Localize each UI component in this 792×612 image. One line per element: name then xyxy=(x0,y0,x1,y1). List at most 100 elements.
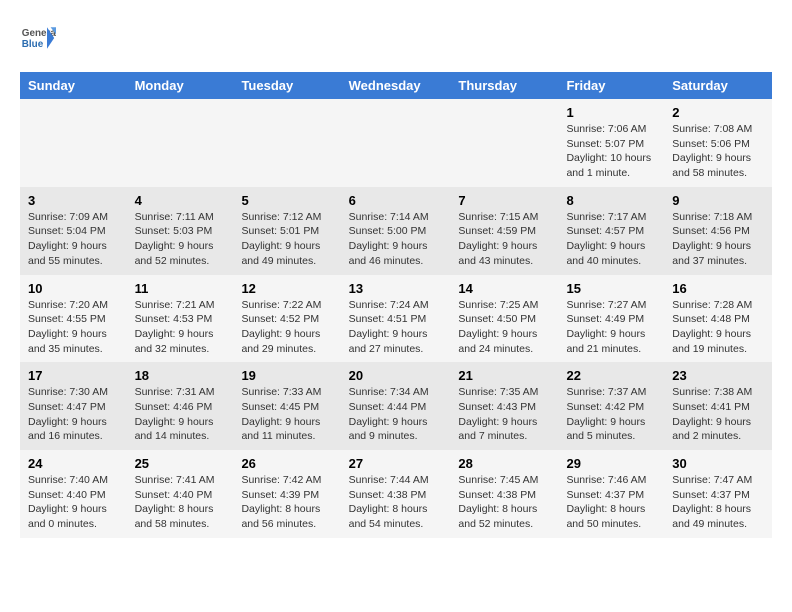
day-info: Sunrise: 7:25 AM Sunset: 4:50 PM Dayligh… xyxy=(458,298,550,357)
day-cell xyxy=(341,99,451,187)
day-number: 14 xyxy=(458,281,550,296)
column-header-saturday: Saturday xyxy=(664,72,772,99)
svg-text:Blue: Blue xyxy=(22,39,44,50)
day-cell: 7 Sunrise: 7:15 AM Sunset: 4:59 PM Daylig… xyxy=(450,187,558,275)
day-number: 24 xyxy=(28,456,119,471)
day-cell: 20 Sunrise: 7:34 AM Sunset: 4:44 PM Dayli… xyxy=(341,362,451,450)
day-cell: 27 Sunrise: 7:44 AM Sunset: 4:38 PM Dayli… xyxy=(341,450,451,538)
day-info: Sunrise: 7:38 AM Sunset: 4:41 PM Dayligh… xyxy=(672,385,764,444)
day-info: Sunrise: 7:35 AM Sunset: 4:43 PM Dayligh… xyxy=(458,385,550,444)
day-number: 25 xyxy=(135,456,226,471)
day-number: 13 xyxy=(349,281,443,296)
column-header-monday: Monday xyxy=(127,72,234,99)
day-cell: 25 Sunrise: 7:41 AM Sunset: 4:40 PM Dayli… xyxy=(127,450,234,538)
day-cell: 1 Sunrise: 7:06 AM Sunset: 5:07 PM Daylig… xyxy=(558,99,664,187)
day-number: 16 xyxy=(672,281,764,296)
week-row-4: 17 Sunrise: 7:30 AM Sunset: 4:47 PM Dayli… xyxy=(20,362,772,450)
day-info: Sunrise: 7:12 AM Sunset: 5:01 PM Dayligh… xyxy=(241,210,332,269)
day-cell xyxy=(450,99,558,187)
day-info: Sunrise: 7:28 AM Sunset: 4:48 PM Dayligh… xyxy=(672,298,764,357)
week-row-2: 3Sunrise: 7:09 AM Sunset: 5:04 PM Daylig… xyxy=(20,187,772,275)
day-cell: 2Sunrise: 7:08 AM Sunset: 5:06 PM Daylig… xyxy=(664,99,772,187)
day-info: Sunrise: 7:15 AM Sunset: 4:59 PM Dayligh… xyxy=(458,210,550,269)
day-number: 28 xyxy=(458,456,550,471)
day-number: 6 xyxy=(349,193,443,208)
day-number: 15 xyxy=(566,281,656,296)
day-info: Sunrise: 7:44 AM Sunset: 4:38 PM Dayligh… xyxy=(349,473,443,532)
day-cell: 24 Sunrise: 7:40 AM Sunset: 4:40 PM Dayli… xyxy=(20,450,127,538)
day-info: Sunrise: 7:21 AM Sunset: 4:53 PM Dayligh… xyxy=(135,298,226,357)
week-row-5: 24 Sunrise: 7:40 AM Sunset: 4:40 PM Dayli… xyxy=(20,450,772,538)
day-info: Sunrise: 7:24 AM Sunset: 4:51 PM Dayligh… xyxy=(349,298,443,357)
day-cell: 14 Sunrise: 7:25 AM Sunset: 4:50 PM Dayli… xyxy=(450,275,558,363)
day-cell: 5 Sunrise: 7:12 AM Sunset: 5:01 PM Daylig… xyxy=(233,187,340,275)
day-info: Sunrise: 7:45 AM Sunset: 4:38 PM Dayligh… xyxy=(458,473,550,532)
day-cell xyxy=(127,99,234,187)
day-number: 26 xyxy=(241,456,332,471)
day-number: 10 xyxy=(28,281,119,296)
day-cell: 3Sunrise: 7:09 AM Sunset: 5:04 PM Daylig… xyxy=(20,187,127,275)
day-number: 12 xyxy=(241,281,332,296)
day-cell: 16 Sunrise: 7:28 AM Sunset: 4:48 PM Dayli… xyxy=(664,275,772,363)
logo: General Blue xyxy=(20,20,56,56)
day-cell: 13 Sunrise: 7:24 AM Sunset: 4:51 PM Dayli… xyxy=(341,275,451,363)
day-info: Sunrise: 7:41 AM Sunset: 4:40 PM Dayligh… xyxy=(135,473,226,532)
week-row-1: 1 Sunrise: 7:06 AM Sunset: 5:07 PM Daylig… xyxy=(20,99,772,187)
day-info: Sunrise: 7:46 AM Sunset: 4:37 PM Dayligh… xyxy=(566,473,656,532)
day-info: Sunrise: 7:22 AM Sunset: 4:52 PM Dayligh… xyxy=(241,298,332,357)
day-number: 27 xyxy=(349,456,443,471)
day-info: Sunrise: 7:33 AM Sunset: 4:45 PM Dayligh… xyxy=(241,385,332,444)
day-info: Sunrise: 7:27 AM Sunset: 4:49 PM Dayligh… xyxy=(566,298,656,357)
day-info: Sunrise: 7:30 AM Sunset: 4:47 PM Dayligh… xyxy=(28,385,119,444)
week-row-3: 10Sunrise: 7:20 AM Sunset: 4:55 PM Dayli… xyxy=(20,275,772,363)
day-cell: 11 Sunrise: 7:21 AM Sunset: 4:53 PM Dayli… xyxy=(127,275,234,363)
day-cell xyxy=(20,99,127,187)
day-number: 5 xyxy=(241,193,332,208)
day-cell: 8 Sunrise: 7:17 AM Sunset: 4:57 PM Daylig… xyxy=(558,187,664,275)
day-cell: 9Sunrise: 7:18 AM Sunset: 4:56 PM Daylig… xyxy=(664,187,772,275)
day-info: Sunrise: 7:09 AM Sunset: 5:04 PM Dayligh… xyxy=(28,210,119,269)
day-info: Sunrise: 7:42 AM Sunset: 4:39 PM Dayligh… xyxy=(241,473,332,532)
day-cell xyxy=(233,99,340,187)
day-info: Sunrise: 7:08 AM Sunset: 5:06 PM Dayligh… xyxy=(672,122,764,181)
day-number: 7 xyxy=(458,193,550,208)
day-info: Sunrise: 7:47 AM Sunset: 4:37 PM Dayligh… xyxy=(672,473,764,532)
day-cell: 6 Sunrise: 7:14 AM Sunset: 5:00 PM Daylig… xyxy=(341,187,451,275)
day-number: 17 xyxy=(28,368,119,383)
day-number: 8 xyxy=(566,193,656,208)
day-cell: 12 Sunrise: 7:22 AM Sunset: 4:52 PM Dayli… xyxy=(233,275,340,363)
day-number: 19 xyxy=(241,368,332,383)
day-cell: 22Sunrise: 7:37 AM Sunset: 4:42 PM Dayli… xyxy=(558,362,664,450)
day-cell: 4 Sunrise: 7:11 AM Sunset: 5:03 PM Daylig… xyxy=(127,187,234,275)
day-number: 18 xyxy=(135,368,226,383)
column-header-wednesday: Wednesday xyxy=(341,72,451,99)
day-info: Sunrise: 7:14 AM Sunset: 5:00 PM Dayligh… xyxy=(349,210,443,269)
day-info: Sunrise: 7:40 AM Sunset: 4:40 PM Dayligh… xyxy=(28,473,119,532)
day-info: Sunrise: 7:17 AM Sunset: 4:57 PM Dayligh… xyxy=(566,210,656,269)
column-header-tuesday: Tuesday xyxy=(233,72,340,99)
day-cell: 23 Sunrise: 7:38 AM Sunset: 4:41 PM Dayli… xyxy=(664,362,772,450)
day-info: Sunrise: 7:34 AM Sunset: 4:44 PM Dayligh… xyxy=(349,385,443,444)
day-info: Sunrise: 7:37 AM Sunset: 4:42 PM Dayligh… xyxy=(566,385,656,444)
day-number: 11 xyxy=(135,281,226,296)
day-number: 20 xyxy=(349,368,443,383)
day-number: 23 xyxy=(672,368,764,383)
day-cell: 21 Sunrise: 7:35 AM Sunset: 4:43 PM Dayli… xyxy=(450,362,558,450)
day-number: 21 xyxy=(458,368,550,383)
day-cell: 29Sunrise: 7:46 AM Sunset: 4:37 PM Dayli… xyxy=(558,450,664,538)
day-cell: 26 Sunrise: 7:42 AM Sunset: 4:39 PM Dayli… xyxy=(233,450,340,538)
header-row: SundayMondayTuesdayWednesdayThursdayFrid… xyxy=(20,72,772,99)
day-cell: 28 Sunrise: 7:45 AM Sunset: 4:38 PM Dayli… xyxy=(450,450,558,538)
day-number: 4 xyxy=(135,193,226,208)
column-header-sunday: Sunday xyxy=(20,72,127,99)
day-number: 1 xyxy=(566,105,656,120)
day-cell: 15 Sunrise: 7:27 AM Sunset: 4:49 PM Dayli… xyxy=(558,275,664,363)
day-cell: 18Sunrise: 7:31 AM Sunset: 4:46 PM Dayli… xyxy=(127,362,234,450)
day-info: Sunrise: 7:11 AM Sunset: 5:03 PM Dayligh… xyxy=(135,210,226,269)
day-cell: 30Sunrise: 7:47 AM Sunset: 4:37 PM Dayli… xyxy=(664,450,772,538)
day-info: Sunrise: 7:06 AM Sunset: 5:07 PM Dayligh… xyxy=(566,122,656,181)
day-cell: 10Sunrise: 7:20 AM Sunset: 4:55 PM Dayli… xyxy=(20,275,127,363)
column-header-friday: Friday xyxy=(558,72,664,99)
day-info: Sunrise: 7:18 AM Sunset: 4:56 PM Dayligh… xyxy=(672,210,764,269)
day-cell: 19 Sunrise: 7:33 AM Sunset: 4:45 PM Dayli… xyxy=(233,362,340,450)
